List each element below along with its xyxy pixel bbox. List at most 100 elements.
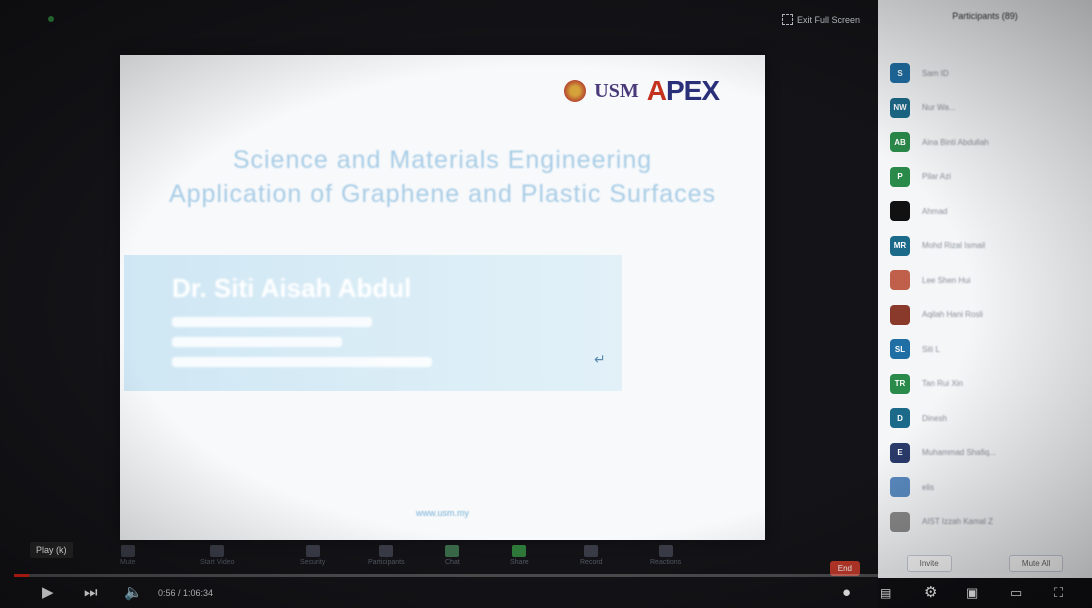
participant-name: Dinesh bbox=[922, 413, 947, 423]
participant-item[interactable]: Lee Shen Hui bbox=[890, 263, 1092, 298]
participant-item[interactable]: AB Aina Binti Abdullah bbox=[890, 125, 1092, 160]
usm-logo: USM bbox=[594, 79, 639, 102]
participant-name: Ahmad bbox=[922, 206, 948, 216]
speaker-affiliation-line bbox=[172, 337, 342, 347]
participants-header: Participants (89) bbox=[952, 11, 1018, 21]
reactions-label: Reactions bbox=[650, 559, 682, 566]
mute-label: Mute bbox=[120, 559, 136, 566]
security-button[interactable]: Security bbox=[300, 545, 325, 571]
speaker-affiliation-line bbox=[172, 357, 432, 367]
microphone-icon bbox=[120, 545, 135, 557]
video-progress-bar[interactable] bbox=[14, 574, 1078, 577]
slide-footer: www.usm.my bbox=[415, 508, 469, 518]
participants-footer: Invite Mute All bbox=[878, 555, 1092, 572]
speaker-affiliation-line bbox=[172, 317, 372, 327]
avatar bbox=[890, 477, 910, 498]
captions-icon[interactable]: ▤ bbox=[880, 584, 891, 602]
shared-slide: USM APEX Science and Materials Engineeri… bbox=[120, 55, 765, 540]
participant-name: AIST Izzah Kamal Z bbox=[922, 517, 993, 527]
start-video-button[interactable]: Start Video bbox=[200, 545, 235, 571]
participant-name: Siti L bbox=[922, 344, 940, 354]
share-screen-icon bbox=[512, 545, 527, 557]
avatar: AB bbox=[890, 132, 910, 153]
participant-item[interactable]: AIST Izzah Kamal Z bbox=[890, 505, 1092, 540]
play-button[interactable]: ▶ bbox=[42, 584, 54, 602]
camera-icon bbox=[210, 545, 225, 557]
participant-item[interactable]: Ahmad bbox=[890, 194, 1092, 229]
avatar: TR bbox=[890, 373, 910, 394]
mouse-cursor-icon: ↵ bbox=[594, 351, 606, 367]
share-button[interactable]: Share bbox=[510, 545, 529, 571]
avatar: S bbox=[890, 63, 910, 84]
avatar bbox=[890, 304, 910, 325]
participant-item[interactable]: elis bbox=[890, 470, 1092, 505]
slide-title-line-1: Science and Materials Engineering bbox=[232, 146, 653, 174]
participant-item[interactable]: SL Siti L bbox=[890, 332, 1092, 367]
play-tooltip: Play (k) bbox=[30, 542, 73, 558]
security-label: Security bbox=[300, 559, 326, 566]
avatar: D bbox=[890, 408, 910, 429]
record-icon bbox=[584, 545, 599, 557]
fullscreen-icon[interactable]: ⛶ bbox=[1054, 584, 1063, 602]
reactions-button[interactable]: Reactions bbox=[650, 545, 681, 571]
avatar: P bbox=[890, 166, 910, 187]
participant-name: Aina Binti Abdullah bbox=[922, 137, 989, 147]
participant-item[interactable]: TR Tan Rui Xin bbox=[890, 367, 1092, 402]
avatar: SL bbox=[890, 339, 910, 360]
chat-icon bbox=[445, 545, 460, 557]
share-label: Share bbox=[510, 559, 529, 566]
mute-button[interactable]: Mute bbox=[120, 545, 136, 571]
apex-logo: APEX bbox=[646, 75, 720, 106]
participant-item[interactable]: MR Mohd Rizal Ismail bbox=[890, 229, 1092, 264]
progress-played bbox=[14, 574, 29, 577]
meeting-video-area: Exit Full Screen USM APEX Science and Ma… bbox=[0, 0, 878, 608]
avatar bbox=[890, 201, 910, 222]
participant-name: Sam ID bbox=[922, 68, 949, 78]
participant-name: Pilar Azi bbox=[922, 172, 951, 182]
zoom-toolbar: Mute Start Video Security Participants C… bbox=[0, 545, 878, 576]
exit-fullscreen-label: Exit Full Screen bbox=[796, 14, 860, 25]
chat-button[interactable]: Chat bbox=[445, 545, 460, 571]
participant-item[interactable]: S Sam ID bbox=[890, 56, 1092, 91]
shield-icon bbox=[305, 545, 320, 557]
record-button[interactable]: Record bbox=[580, 545, 603, 571]
participant-name: Aqilah Hani Rosli bbox=[922, 310, 983, 320]
avatar: E bbox=[890, 442, 910, 463]
record-label: Record bbox=[580, 559, 603, 566]
participant-item[interactable]: D Dinesh bbox=[890, 401, 1092, 436]
participant-item[interactable]: NW Nur Wa... bbox=[890, 91, 1092, 126]
participant-item[interactable]: E Muhammad Shafiq... bbox=[890, 436, 1092, 471]
participant-name: Muhammad Shafiq... bbox=[922, 448, 996, 458]
university-crest-icon bbox=[564, 80, 587, 102]
start-video-label: Start Video bbox=[200, 559, 235, 566]
participant-name: Lee Shen Hui bbox=[922, 275, 971, 285]
participant-name: Nur Wa... bbox=[922, 103, 956, 113]
time-display: 0:56 / 1:06:34 bbox=[158, 588, 214, 598]
invite-button[interactable]: Invite bbox=[906, 555, 952, 572]
avatar bbox=[890, 270, 910, 291]
smiley-icon bbox=[658, 545, 673, 557]
participant-name: elis bbox=[922, 482, 935, 492]
slide-title-line-2: Application of Graphene and Plastic Surf… bbox=[168, 180, 717, 208]
participant-list: S Sam ID NW Nur Wa... AB Aina Binti Abdullah P… bbox=[878, 32, 1092, 539]
autoplay-toggle[interactable]: ● bbox=[842, 584, 851, 602]
chat-label: Chat bbox=[445, 559, 460, 566]
video-player-controls: ▶ ⏭ 🔈 0:56 / 1:06:34 ● ▤ ⚙ ▣ ▭ ⛶ bbox=[0, 578, 1092, 608]
mute-all-button[interactable]: Mute All bbox=[1008, 555, 1064, 572]
next-video-button[interactable]: ⏭ bbox=[84, 584, 98, 602]
miniplayer-icon[interactable]: ▣ bbox=[966, 584, 978, 602]
slide-title: Science and Materials Engineering Applic… bbox=[120, 143, 765, 211]
speaker-name: Dr. Siti Aisah Abdul bbox=[172, 273, 412, 303]
exit-fullscreen-button[interactable]: Exit Full Screen bbox=[781, 14, 860, 25]
participant-item[interactable]: Aqilah Hani Rosli bbox=[890, 298, 1092, 333]
participant-name: Tan Rui Xin bbox=[922, 379, 963, 389]
settings-gear-icon[interactable]: ⚙ bbox=[924, 584, 937, 602]
avatar: NW bbox=[890, 97, 910, 118]
volume-icon[interactable]: 🔈 bbox=[124, 584, 143, 602]
participants-label: Participants bbox=[368, 559, 405, 566]
theater-mode-icon[interactable]: ▭ bbox=[1010, 584, 1022, 602]
participants-button[interactable]: Participants bbox=[368, 545, 405, 571]
exit-fullscreen-icon bbox=[781, 14, 793, 25]
participant-item[interactable]: P Pilar Azi bbox=[890, 160, 1092, 195]
recording-indicator-icon bbox=[48, 16, 54, 22]
